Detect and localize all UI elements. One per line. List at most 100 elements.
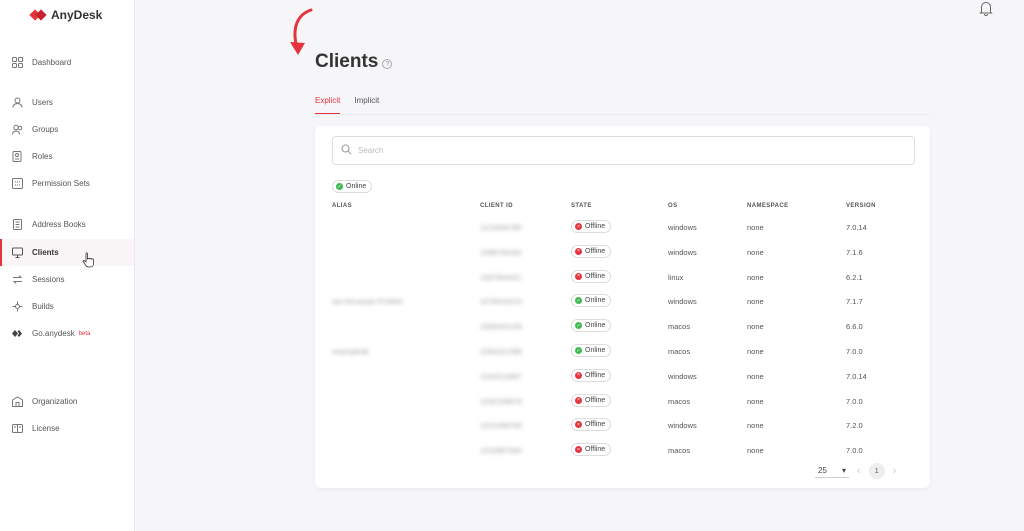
sidebar-item-label: Permission Sets: [32, 179, 90, 188]
cell-os: windows: [668, 421, 697, 431]
search-input[interactable]: [358, 146, 898, 155]
sidebar-item-users[interactable]: Users: [0, 89, 134, 116]
address-book-icon: [12, 219, 23, 230]
state-label: Offline: [585, 247, 606, 255]
table-row[interactable]: win-fernando-PVM04 1076543210 ✓ Online windo…: [315, 289, 930, 314]
sidebar-item-groups[interactable]: Groups: [0, 116, 134, 143]
cell-namespace: none: [747, 446, 764, 456]
sidebar-item-organization[interactable]: Organization: [0, 388, 134, 415]
sidebar-item-clients[interactable]: Clients: [0, 239, 134, 266]
users-group-icon: [12, 124, 23, 135]
check-circle-icon: ✓: [336, 183, 343, 190]
state-badge: ✓ Online: [571, 294, 612, 308]
sidebar-item-sessions[interactable]: Sessions: [0, 266, 134, 293]
app-name: AnyDesk: [51, 8, 103, 22]
x-circle-icon: ×: [575, 223, 582, 230]
cell-alias: win-fernando-PVM04: [332, 297, 403, 307]
chevron-right-icon[interactable]: ›: [893, 465, 897, 477]
table-row[interactable]: 1087654321 × Offline linux none 6.2.1: [315, 265, 930, 290]
x-circle-icon: ×: [575, 371, 582, 379]
state-label: Offline: [585, 272, 606, 280]
sidebar-item-go-anydesk[interactable]: Go.anydesk beta: [0, 320, 134, 347]
table-row[interactable]: 1065432109 ✓ Online macos none 6.6.0: [315, 314, 930, 339]
anydesk-diamond-icon: [12, 328, 23, 339]
page-title: Clients ?: [315, 51, 393, 73]
table-row[interactable]: exampleab 1054321098 ✓ Online macos none 7.0.0: [315, 339, 930, 364]
cell-version: 7.0.0: [846, 347, 863, 356]
notification-bell-icon[interactable]: [978, 0, 994, 18]
column-header-namespace[interactable]: NAMESPACE: [747, 203, 789, 209]
sidebar-item-dashboard[interactable]: Dashboard: [0, 49, 134, 76]
builds-icon: [12, 301, 23, 312]
column-header-os[interactable]: OS: [668, 203, 677, 209]
tabs: Explicit Implicit: [315, 96, 379, 115]
cell-namespace: none: [747, 371, 764, 381]
state-badge: × Offline: [571, 244, 612, 258]
table-row[interactable]: 1021098765 × Offline windows none 7.2.0: [315, 413, 930, 438]
page-number[interactable]: 1: [868, 463, 885, 479]
cell-version: 7.0.14: [846, 223, 867, 232]
sidebar-item-label: Go.anydesk: [32, 329, 75, 338]
sidebar-item-roles[interactable]: Roles: [0, 143, 134, 170]
roles-icon: [12, 151, 23, 162]
cell-client-id: 1032109876: [480, 396, 522, 406]
cell-namespace: none: [747, 322, 764, 332]
online-filter-chip[interactable]: ✓ Online: [332, 180, 373, 193]
column-header-client-id[interactable]: CLIENT ID: [480, 203, 513, 209]
cell-os: macos: [668, 347, 691, 356]
x-circle-icon: ×: [575, 421, 582, 429]
grid-icon: [12, 57, 23, 68]
permission-icon: [12, 178, 23, 189]
cell-version: 7.1.6: [846, 247, 863, 257]
state-label: Online: [585, 297, 606, 305]
x-circle-icon: ×: [575, 446, 582, 454]
state-badge: × Offline: [571, 393, 612, 407]
table-row[interactable]: 1123456789 × Offline windows none 7.0.14: [315, 215, 930, 240]
sidebar-item-label: Groups: [32, 125, 59, 134]
sidebar-item-label: Roles: [32, 152, 53, 161]
column-header-version[interactable]: VERSION: [846, 203, 876, 209]
check-circle-icon: ✓: [575, 297, 582, 305]
state-label: Offline: [585, 396, 606, 404]
tab-explicit[interactable]: Explicit: [315, 96, 341, 115]
sidebar-item-label: Dashboard: [32, 58, 72, 67]
state-label: Online: [585, 322, 606, 330]
sessions-icon: [12, 274, 23, 285]
tab-implicit[interactable]: Implicit: [354, 96, 379, 115]
sidebar-item-builds[interactable]: Builds: [0, 293, 134, 320]
per-page-select[interactable]: 25 ▾: [815, 464, 849, 478]
sidebar-item-address-books[interactable]: Address Books: [0, 211, 134, 238]
monitor-icon: [12, 247, 23, 258]
state-label: Online: [585, 347, 606, 354]
cell-namespace: none: [747, 272, 764, 282]
column-header-state[interactable]: STATE: [571, 203, 592, 209]
help-icon[interactable]: ?: [382, 59, 393, 69]
sidebar-item-license[interactable]: License: [0, 415, 134, 442]
cell-namespace: none: [747, 396, 764, 406]
cell-os: windows: [668, 247, 697, 257]
cell-os: macos: [668, 322, 691, 332]
cell-version: 7.0.14: [846, 371, 867, 381]
table-row[interactable]: 1098765432 × Offline windows none 7.1.6: [315, 240, 930, 265]
cell-namespace: none: [747, 223, 764, 232]
table-row[interactable]: 1043210987 × Offline windows none 7.0.14: [315, 364, 930, 389]
cell-namespace: none: [747, 247, 764, 257]
search-box[interactable]: [332, 136, 915, 165]
chevron-left-icon[interactable]: ‹: [857, 465, 861, 477]
sidebar-item-permission-sets[interactable]: Permission Sets: [0, 170, 134, 197]
curved-arrow-icon: [285, 8, 315, 65]
anydesk-logo[interactable]: AnyDesk: [29, 8, 103, 22]
state-label: Offline: [585, 421, 606, 429]
state-badge: ✓ Online: [571, 344, 612, 357]
table-row[interactable]: 1010987654 × Offline macos none 7.0.0: [315, 438, 930, 463]
cell-client-id: 1010987654: [480, 446, 522, 456]
table-row[interactable]: 1032109876 × Offline macos none 7.0.0: [315, 389, 930, 414]
hand-cursor-icon: [82, 252, 94, 270]
cell-client-id: 1054321098: [480, 347, 522, 356]
sidebar-item-label: Sessions: [32, 275, 65, 284]
cell-version: 6.6.0: [846, 322, 863, 332]
x-circle-icon: ×: [575, 396, 582, 404]
column-header-alias[interactable]: ALIAS: [332, 203, 352, 209]
check-circle-icon: ✓: [575, 347, 582, 354]
state-badge: × Offline: [571, 443, 612, 457]
